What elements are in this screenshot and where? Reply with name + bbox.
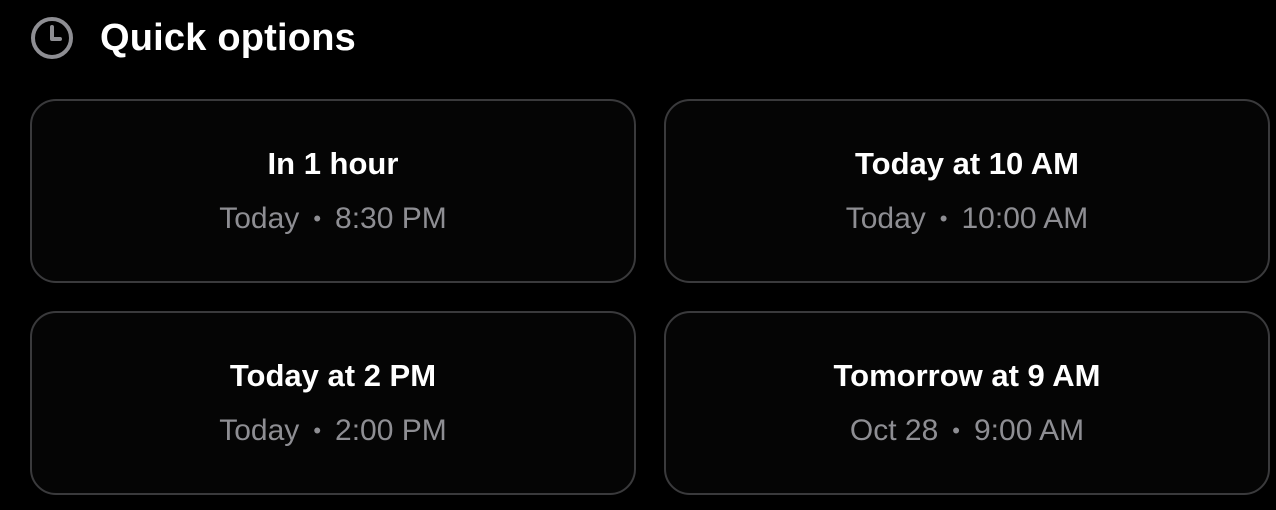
option-title: Today at 2 PM	[229, 358, 437, 393]
quick-option-in-1-hour[interactable]: In 1 hour Today • 8:30 PM	[30, 99, 636, 283]
option-time: 9:00 AM	[974, 414, 1085, 447]
option-time: 10:00 AM	[961, 202, 1089, 235]
option-day: Oct 28	[849, 414, 939, 447]
separator-dot: •	[952, 418, 960, 443]
option-subtitle: Today • 2:00 PM	[219, 413, 447, 449]
option-title: Today at 10 AM	[855, 146, 1079, 181]
option-day: Today	[219, 414, 300, 447]
option-title: Tomorrow at 9 AM	[833, 358, 1101, 393]
option-subtitle: Today • 8:30 PM	[219, 201, 447, 237]
option-day: Today	[845, 202, 926, 235]
quick-options-panel: Quick options In 1 hour Today • 8:30 PM …	[0, 0, 1276, 510]
separator-dot: •	[313, 206, 322, 231]
clock-icon	[30, 16, 74, 60]
option-time: 8:30 PM	[335, 202, 447, 235]
section-header: Quick options	[30, 14, 356, 62]
option-day: Today	[219, 202, 300, 235]
quick-option-today-2pm[interactable]: Today at 2 PM Today • 2:00 PM	[30, 311, 636, 495]
option-time: 2:00 PM	[335, 414, 447, 447]
section-title: Quick options	[100, 16, 356, 59]
separator-dot: •	[313, 418, 322, 443]
option-title: In 1 hour	[267, 146, 399, 181]
separator-dot: •	[939, 206, 948, 231]
option-subtitle: Oct 28 • 9:00 AM	[850, 413, 1084, 449]
option-subtitle: Today • 10:00 AM	[846, 201, 1089, 237]
quick-option-tomorrow-9am[interactable]: Tomorrow at 9 AM Oct 28 • 9:00 AM	[664, 311, 1270, 495]
quick-option-today-10am[interactable]: Today at 10 AM Today • 10:00 AM	[664, 99, 1270, 283]
